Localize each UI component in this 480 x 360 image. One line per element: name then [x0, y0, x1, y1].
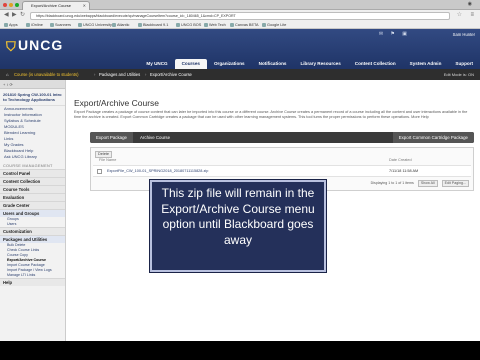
reload-icon[interactable]: ↻: [20, 11, 25, 20]
breadcrumb-home-icon[interactable]: ⌂: [6, 69, 9, 80]
bookmark-item[interactable]: iOnline: [26, 22, 43, 28]
callout-text: This zip file will remain in the Export/…: [161, 186, 315, 247]
annotation-callout: This zip file will remain in the Export/…: [150, 180, 326, 272]
breadcrumb-separator-icon: ›: [94, 72, 96, 77]
show-all-button[interactable]: Show All: [417, 180, 438, 187]
video-frame: Export/Archive Course ✕ ◉ ◀ ▶ ↻ https://…: [0, 0, 480, 360]
breadcrumb-course[interactable]: Course (is unavailable to students): [14, 69, 78, 80]
course-menu-toolbar[interactable]: + ↕ ⟳: [0, 80, 65, 89]
tab-notifications[interactable]: Notifications: [252, 59, 294, 69]
tab-title: Export/Archive Course: [31, 3, 72, 8]
forward-arrow-icon[interactable]: ▶: [12, 11, 17, 20]
display-count: Displaying 1 to 1 of 1 items: [370, 181, 414, 185]
cp-group-control-panel[interactable]: Control Panel: [0, 169, 65, 177]
bookmark-item[interactable]: Canvas BETA: [230, 22, 259, 28]
bookmark-item[interactable]: Atlantic: [112, 22, 129, 28]
course-menu-link[interactable]: Ask UNCG Library: [0, 154, 65, 160]
main-nav-tabs: My UNCG Courses Organizations Notificati…: [139, 59, 480, 69]
browser-tab[interactable]: Export/Archive Course ✕: [22, 1, 90, 10]
delete-button[interactable]: Delete: [95, 151, 112, 158]
page-title: Export/Archive Course: [74, 98, 160, 108]
export-common-cartridge-button[interactable]: Export Common Cartridge Package: [392, 132, 474, 143]
address-bar[interactable]: https://blackboard.uncg.edu/webapps/blac…: [30, 12, 450, 20]
cp-group-content-collection[interactable]: Content Collection: [0, 177, 65, 185]
minimize-window-icon[interactable]: [9, 3, 13, 7]
spartan-helmet-icon: ⛉: [6, 39, 17, 54]
bookmark-star-icon[interactable]: ☆: [457, 11, 462, 20]
breadcrumb: ⌂ Course (is unavailable to students) › …: [0, 69, 480, 80]
page-description: Export Package creates a package of cour…: [74, 110, 468, 119]
breadcrumb-current: Export/Archive Course: [150, 72, 192, 77]
column-header-date[interactable]: Date Created: [389, 158, 412, 162]
maximize-window-icon[interactable]: [15, 3, 19, 7]
uncg-logo[interactable]: ⛉UNCG: [6, 37, 63, 53]
bookmark-item[interactable]: Web Tech: [204, 22, 226, 28]
header-utility-icons[interactable]: ✉ ⚑ ▣: [379, 31, 410, 37]
bookmark-item[interactable]: Blackboard 9.1: [138, 22, 168, 28]
tab-courses[interactable]: Courses: [174, 59, 207, 69]
back-arrow-icon[interactable]: ◀: [4, 11, 9, 20]
tab-close-icon[interactable]: ✕: [83, 2, 86, 10]
tab-content-collection[interactable]: Content Collection: [348, 59, 403, 69]
course-title[interactable]: 201810 Spring CW-100-01 Intro to Technol…: [0, 89, 65, 106]
cp-group-packages-utilities[interactable]: Packages and Utilities: [0, 235, 65, 243]
tab-library-resources[interactable]: Library Resources: [293, 59, 347, 69]
table-row[interactable]: ExportFile_CW_100-01_SPRING2018_20180711…: [93, 165, 471, 177]
site-header: ⛉UNCG ✉ ⚑ ▣ Sam Hunter My UNCG Courses O…: [0, 29, 480, 69]
archive-course-button[interactable]: Archive Course: [134, 132, 176, 143]
bookmark-item[interactable]: UNCG University: [78, 22, 112, 28]
tab-my-uncg[interactable]: My UNCG: [139, 59, 174, 69]
action-bar: Export Package Archive Course Export Com…: [90, 132, 474, 143]
edit-paging-button[interactable]: Edit Paging...: [441, 180, 469, 187]
browser-screen: Export/Archive Course ✕ ◉ ◀ ▶ ↻ https://…: [0, 0, 480, 341]
profile-icon[interactable]: ◉: [468, 1, 472, 7]
export-file-link[interactable]: ExportFile_CW_100-01_SPRING2018_20180711…: [107, 166, 208, 177]
tab-organizations[interactable]: Organizations: [207, 59, 252, 69]
logo-text: UNCG: [18, 37, 64, 53]
cp-group-course-tools[interactable]: Course Tools: [0, 185, 65, 193]
course-menu: + ↕ ⟳ 201810 Spring CW-100-01 Intro to T…: [0, 80, 66, 341]
user-name[interactable]: Sam Hunter: [453, 32, 475, 37]
breadcrumb-packages[interactable]: Packages and Utilities: [99, 69, 140, 80]
bookmark-item[interactable]: Apps: [4, 22, 18, 28]
browser-menu-icon[interactable]: ≡: [470, 11, 474, 20]
bookmark-item[interactable]: Google Lite: [262, 22, 286, 28]
date-created: 7/11/18 11:58 AM: [389, 169, 419, 173]
cp-group-help[interactable]: Help: [0, 278, 65, 286]
edit-mode-toggle[interactable]: Edit Mode is: ON: [444, 69, 474, 80]
browser-tab-strip: Export/Archive Course ✕ ◉: [0, 0, 480, 10]
row-checkbox[interactable]: [97, 169, 102, 174]
column-header-file[interactable]: File Name: [99, 158, 116, 162]
cp-group-customization[interactable]: Customization: [0, 227, 65, 235]
cp-group-grade-center[interactable]: Grade Center: [0, 201, 65, 209]
browser-toolbar: ◀ ▶ ↻ https://blackboard.uncg.edu/webapp…: [0, 10, 480, 21]
bookmarks-bar: Apps iOnline Scanners UNCG University At…: [0, 21, 480, 29]
table-footer: Displaying 1 to 1 of 1 items Show All Ed…: [371, 180, 469, 187]
bookmark-item[interactable]: UNCG BOS: [176, 22, 201, 28]
export-package-button[interactable]: Export Package: [90, 132, 133, 143]
cp-group-evaluation[interactable]: Evaluation: [0, 193, 65, 201]
breadcrumb-separator-icon: ›: [145, 72, 147, 77]
bookmark-item[interactable]: Scanners: [50, 22, 71, 28]
close-window-icon[interactable]: [3, 3, 7, 7]
tab-system-admin[interactable]: System Admin: [403, 59, 449, 69]
tab-support[interactable]: Support: [448, 59, 480, 69]
cp-group-users-and-groups[interactable]: Users and Groups: [0, 209, 65, 217]
video-letterbox: [0, 341, 480, 360]
